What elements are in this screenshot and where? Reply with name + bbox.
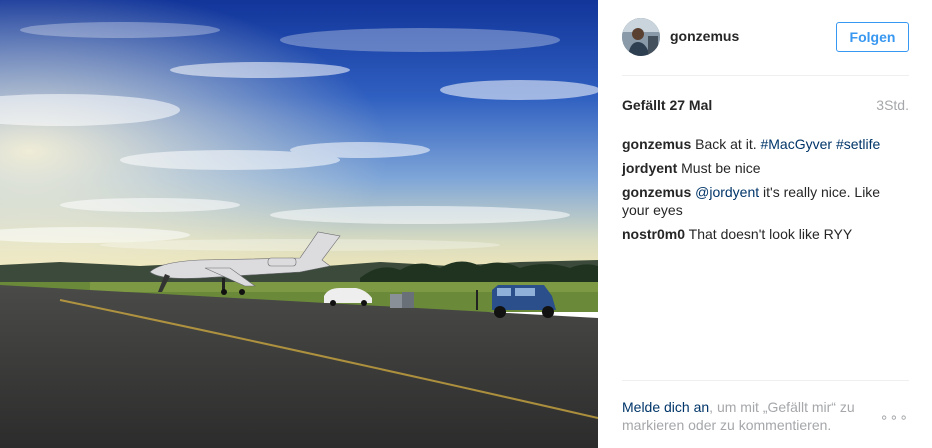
- post-footer: Melde dich an, um mit „Gefällt mir“ zu m…: [622, 380, 909, 448]
- comment-author[interactable]: nostr0m0: [622, 226, 685, 242]
- comment: jordyent Must be nice: [622, 159, 909, 177]
- avatar[interactable]: [622, 18, 660, 56]
- comment-text: Back at it.: [695, 136, 761, 152]
- comment-text: Must be nice: [681, 160, 761, 176]
- hashtag-link[interactable]: #MacGyver: [760, 136, 832, 152]
- comment: nostr0m0 That doesn't look like RYY: [622, 225, 909, 243]
- likes-count[interactable]: Gefällt 27 Mal: [622, 97, 712, 113]
- hashtag-link[interactable]: #setlife: [836, 136, 880, 152]
- more-options-icon[interactable]: ∘∘∘: [880, 409, 909, 426]
- login-prompt: Melde dich an, um mit „Gefällt mir“ zu m…: [622, 398, 874, 434]
- follow-button[interactable]: Folgen: [836, 22, 909, 52]
- comment-text: That doesn't look like RYY: [688, 226, 853, 242]
- comment-list: gonzemus Back at it. #MacGyver #setlife j…: [622, 135, 909, 249]
- comment-author[interactable]: jordyent: [622, 160, 677, 176]
- comment: gonzemus @jordyent it's really nice. Lik…: [622, 183, 909, 219]
- mention-link[interactable]: @jordyent: [695, 184, 759, 200]
- likes-row: Gefällt 27 Mal 3Std.: [622, 97, 909, 115]
- post-header: gonzemus Folgen: [622, 16, 909, 76]
- comment: gonzemus Back at it. #MacGyver #setlife: [622, 135, 909, 153]
- post-sidebar: gonzemus Folgen Gefällt 27 Mal 3Std. gon…: [598, 0, 932, 448]
- post-photo: [0, 0, 598, 448]
- login-link[interactable]: Melde dich an: [622, 399, 709, 415]
- post-time[interactable]: 3Std.: [876, 97, 909, 113]
- username[interactable]: gonzemus: [670, 28, 739, 44]
- comment-author[interactable]: gonzemus: [622, 184, 691, 200]
- comment-author[interactable]: gonzemus: [622, 136, 691, 152]
